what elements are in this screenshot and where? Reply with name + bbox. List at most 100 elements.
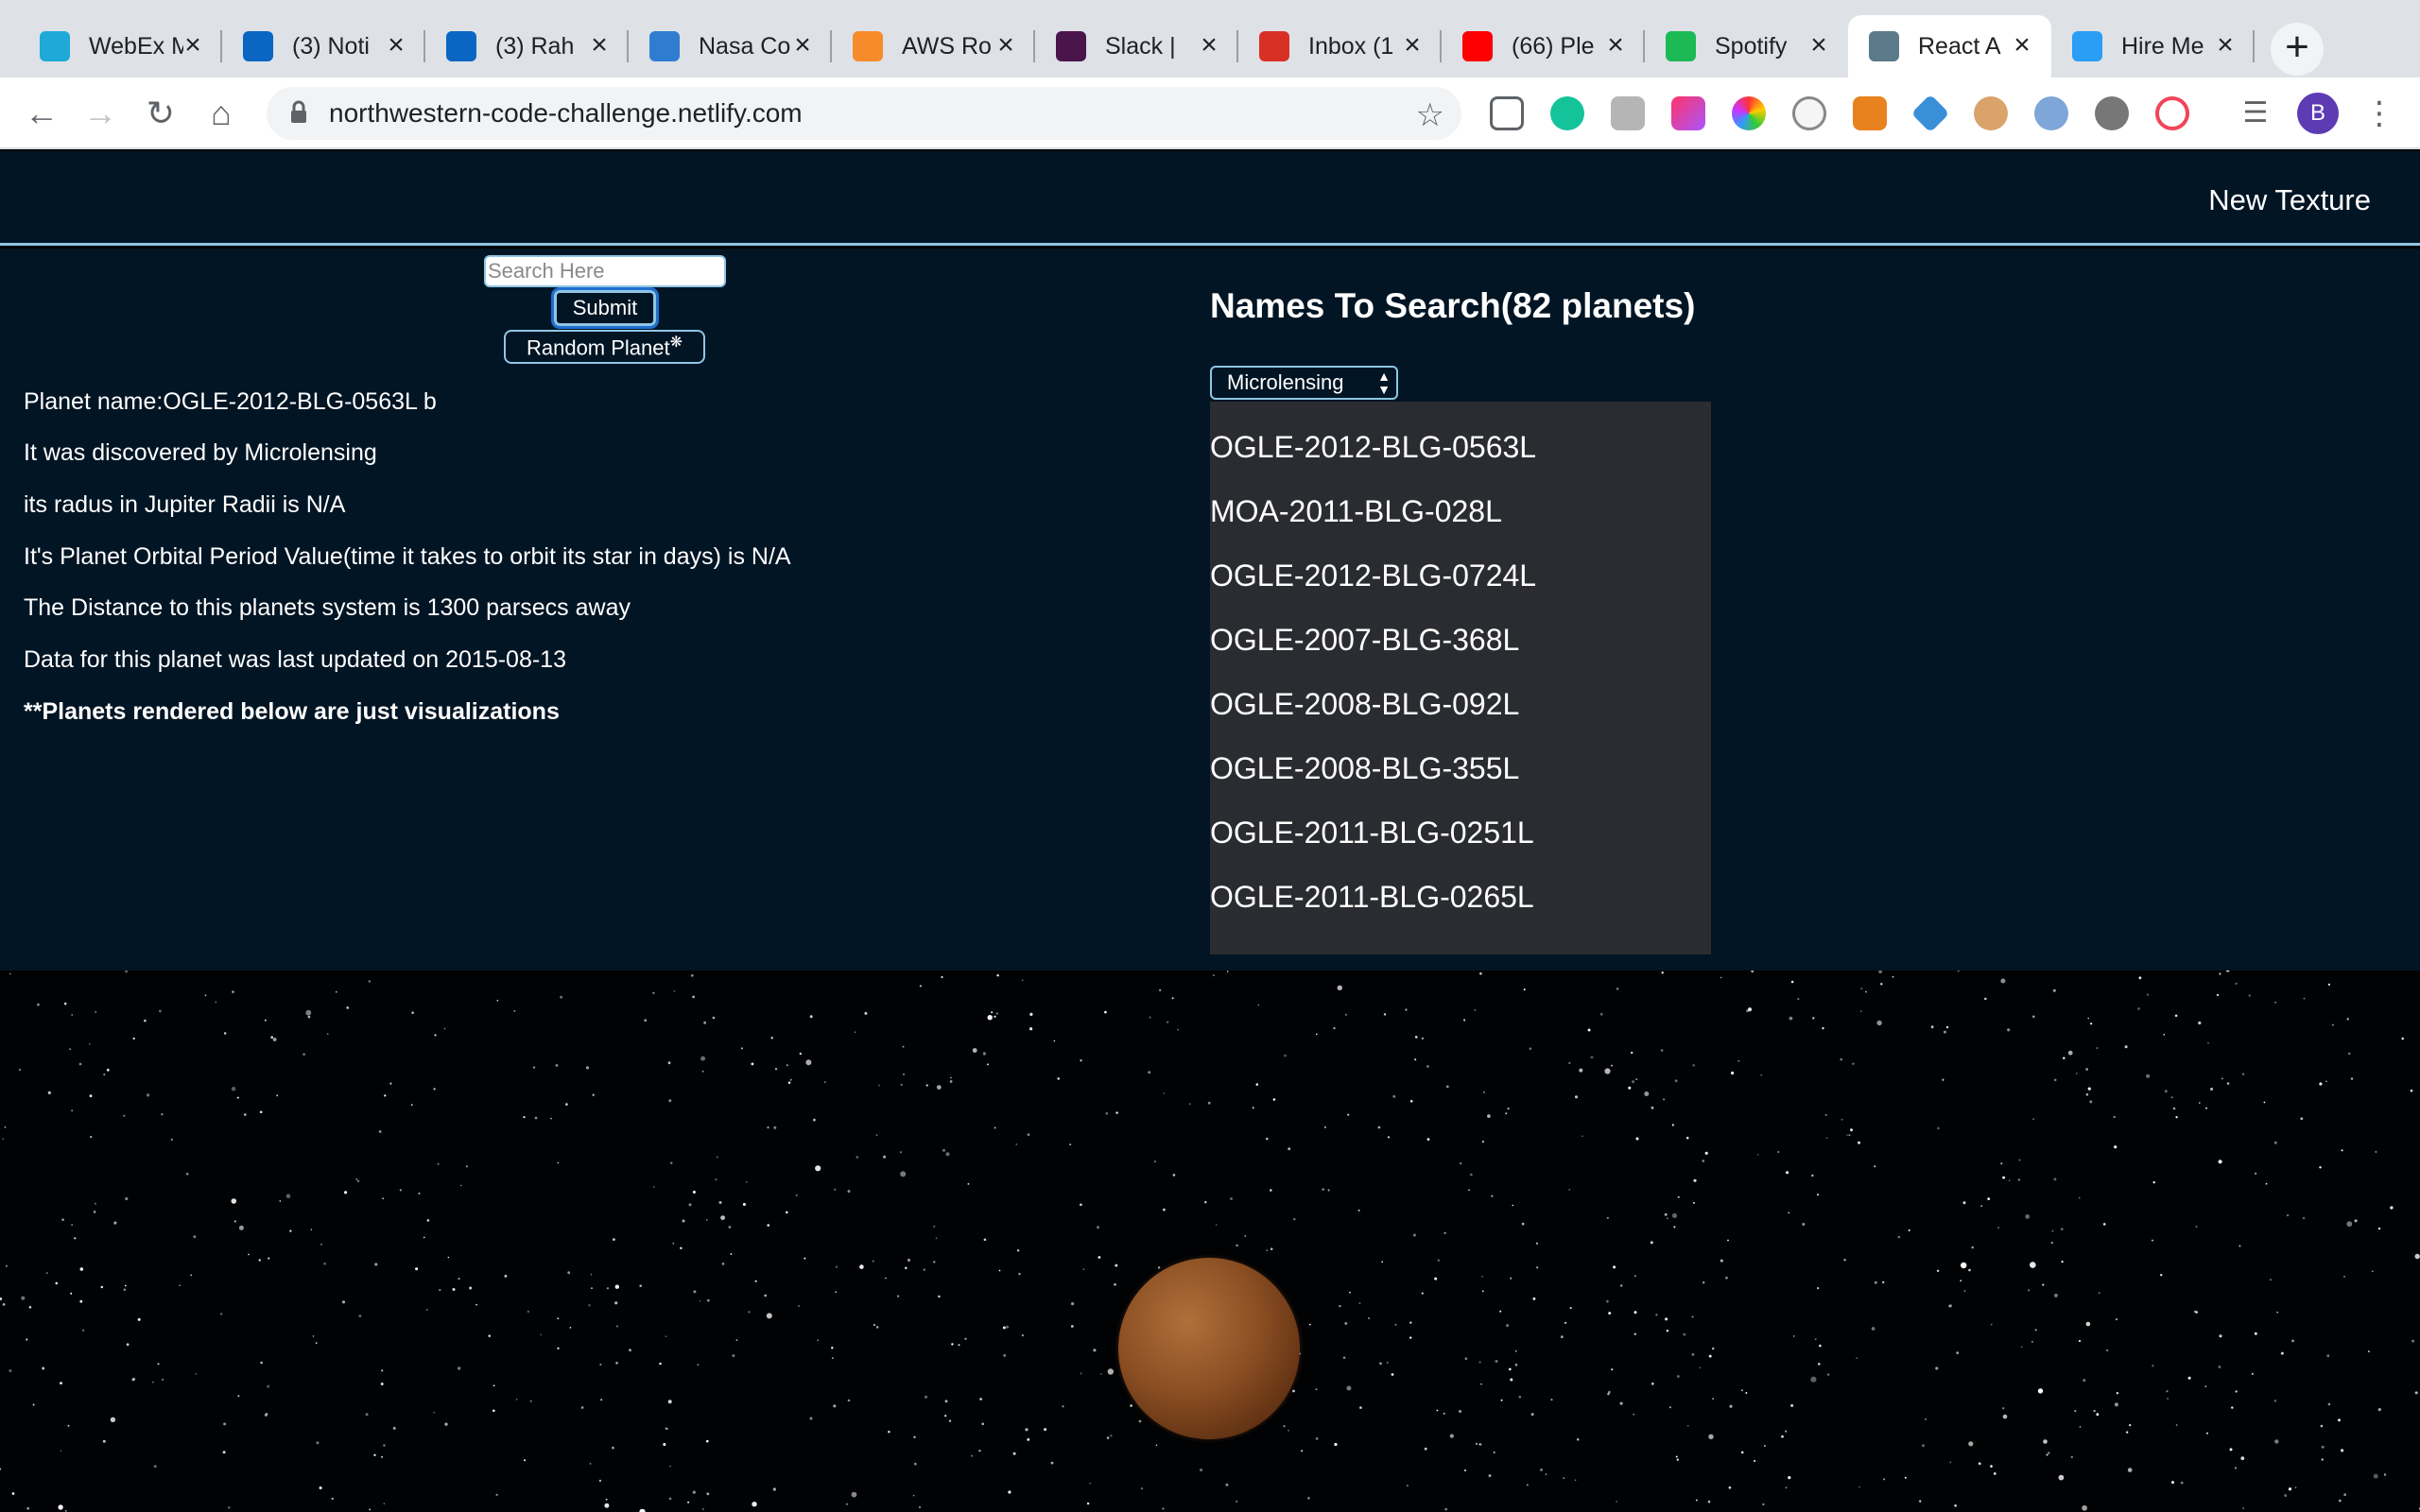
last-updated: Data for this planet was last updated on… — [24, 646, 566, 673]
planet-radius: its radus in Jupiter Radii is N/A — [24, 491, 346, 518]
browser-tab[interactable]: (66) Ple × — [1442, 15, 1645, 77]
planet-visualization — [1118, 1258, 1300, 1439]
planet-list-item[interactable]: OGLE-2011-BLG-0251L — [1210, 816, 1534, 850]
reload-icon[interactable]: ↻ — [142, 94, 180, 132]
close-tab-icon[interactable]: × — [2010, 31, 2034, 60]
browser-tab[interactable]: (3) Rah × — [425, 15, 629, 77]
planet-list-item[interactable]: OGLE-2008-BLG-092L — [1210, 687, 1519, 722]
close-tab-icon[interactable]: × — [1400, 31, 1425, 60]
media-control-icon[interactable]: ☰ — [2237, 94, 2274, 132]
close-tab-icon[interactable]: × — [384, 31, 408, 60]
extension-icon[interactable] — [2095, 96, 2129, 130]
forward-arrow-icon[interactable]: → — [81, 94, 119, 132]
browser-tab[interactable]: Spotify × — [1645, 15, 1848, 77]
react-icon — [1869, 31, 1899, 61]
search-input[interactable] — [484, 255, 726, 287]
grammarly-extension-icon[interactable] — [1550, 96, 1584, 130]
tab-title: AWS Ro — [902, 32, 992, 60]
youtube-icon — [1462, 31, 1493, 61]
planet-name: Planet name:OGLE-2012-BLG-0563L b — [24, 388, 437, 415]
webex-icon — [40, 31, 70, 61]
random-planet-label: Random Planet — [526, 335, 670, 360]
bookmark-star-icon[interactable]: ☆ — [1416, 96, 1444, 134]
color-extension-icon[interactable] — [1671, 96, 1705, 130]
discovery-method-select[interactable]: Microlensing ▲ ▼ — [1210, 366, 1398, 400]
screen-capture-extension-icon[interactable] — [1490, 96, 1524, 130]
extension-icon[interactable] — [1792, 96, 1826, 130]
tab-title: Slack | — [1105, 32, 1176, 60]
slack-icon — [1056, 31, 1086, 61]
gmail-icon — [1259, 31, 1289, 61]
system-distance: The Distance to this planets system is 1… — [24, 594, 631, 621]
browser-tab[interactable]: React A × — [1848, 15, 2051, 77]
random-planet-button[interactable]: Random Planet❋ — [504, 330, 705, 364]
cookie-extension-icon[interactable] — [1974, 96, 2008, 130]
url-text: northwestern-code-challenge.netlify.com — [329, 98, 803, 128]
back-arrow-icon[interactable]: ← — [23, 94, 60, 132]
aws-icon — [853, 31, 883, 61]
planet-emoji-icon: ❋ — [669, 335, 683, 352]
home-icon[interactable]: ⌂ — [202, 94, 240, 132]
tab-title: Hire Me — [2121, 32, 2204, 60]
browser-tab[interactable]: Hire Me × — [2051, 15, 2255, 77]
extension-icon[interactable] — [2155, 96, 2189, 130]
planet-list-item[interactable]: MOA-2011-BLG-028L — [1210, 494, 1502, 529]
browser-tab[interactable]: AWS Ro × — [832, 15, 1035, 77]
diamond-extension-icon[interactable] — [1910, 94, 1950, 133]
planet-list-item[interactable]: OGLE-2012-BLG-0563L — [1210, 430, 1536, 465]
spotify-icon — [1666, 31, 1696, 61]
submit-button[interactable]: Submit — [551, 287, 659, 329]
browser-toolbar: ← → ↻ ⌂ northwestern-code-challenge.netl… — [0, 77, 2420, 149]
tab-title: Nasa Co — [699, 32, 791, 60]
linkedin-icon — [243, 31, 273, 61]
app-header: New Texture — [0, 151, 2420, 246]
new-tab-button[interactable]: + — [2271, 23, 2324, 76]
new-texture-link[interactable]: New Texture — [2208, 183, 2371, 217]
planet-list-item[interactable]: OGLE-2012-BLG-0724L — [1210, 558, 1536, 593]
tab-separator — [2253, 30, 2255, 62]
names-heading: Names To Search(82 planets) — [1210, 286, 1696, 325]
linkedin-icon — [446, 31, 476, 61]
planet-info-section: Submit Random Planet❋ Planet name:OGLE-2… — [0, 249, 2420, 971]
tab-title: Spotify — [1715, 32, 1788, 60]
close-tab-icon[interactable]: × — [2213, 31, 2238, 60]
planet-names-list: OGLE-2012-BLG-0563L MOA-2011-BLG-028L OGLE… — [1210, 402, 1711, 954]
planet-list-item[interactable]: OGLE-2011-BLG-0265L — [1210, 880, 1534, 915]
browser-tab[interactable]: Nasa Co × — [629, 15, 832, 77]
tab-title: (66) Ple — [1512, 32, 1595, 60]
close-tab-icon[interactable]: × — [587, 31, 612, 60]
browser-tab[interactable]: (3) Noti × — [222, 15, 425, 77]
tab-title: React A — [1918, 32, 2001, 60]
tab-title: (3) Noti — [292, 32, 370, 60]
address-bar[interactable]: northwestern-code-challenge.netlify.com … — [267, 87, 1461, 140]
visualization-note: **Planets rendered below are just visual… — [24, 698, 560, 725]
extension-icon[interactable] — [2034, 96, 2068, 130]
browser-tab[interactable]: Inbox (1 × — [1238, 15, 1442, 77]
close-tab-icon[interactable]: × — [790, 31, 815, 60]
browser-tab[interactable]: Slack | × — [1035, 15, 1238, 77]
planet-list-item[interactable]: OGLE-2008-BLG-355L — [1210, 751, 1519, 786]
space-scene-canvas[interactable] — [0, 971, 2420, 1512]
tab-title: Inbox (1 — [1308, 32, 1394, 60]
close-tab-icon[interactable]: × — [1197, 31, 1221, 60]
close-tab-icon[interactable]: × — [994, 31, 1018, 60]
api-icon — [649, 31, 680, 61]
extension-icon[interactable] — [1611, 96, 1645, 130]
orbital-period: It's Planet Orbital Period Value(time it… — [24, 543, 791, 570]
lock-icon — [291, 100, 306, 123]
browser-tab-strip: WebEx M × (3) Noti × (3) Rah × Nasa Co × AWS Ro ×… — [0, 0, 2420, 77]
select-arrows-icon: ▲ ▼ — [1377, 369, 1391, 397]
tab-title: WebEx M — [89, 32, 183, 60]
planet-list-item[interactable]: OGLE-2007-BLG-368L — [1210, 623, 1519, 658]
close-tab-icon[interactable]: × — [1806, 31, 1831, 60]
tab-title: (3) Rah — [495, 32, 575, 60]
metamask-fox-icon[interactable] — [1853, 96, 1887, 130]
select-value: Microlensing — [1227, 370, 1344, 394]
close-tab-icon[interactable]: × — [1603, 31, 1628, 60]
profile-avatar[interactable]: B — [2297, 93, 2339, 134]
close-tab-icon[interactable]: × — [181, 31, 205, 60]
color-wheel-extension-icon[interactable] — [1732, 96, 1766, 130]
browser-menu-icon[interactable]: ⋮ — [2363, 93, 2395, 134]
browser-tab[interactable]: WebEx M × — [19, 15, 222, 77]
hire-me-icon — [2072, 31, 2102, 61]
